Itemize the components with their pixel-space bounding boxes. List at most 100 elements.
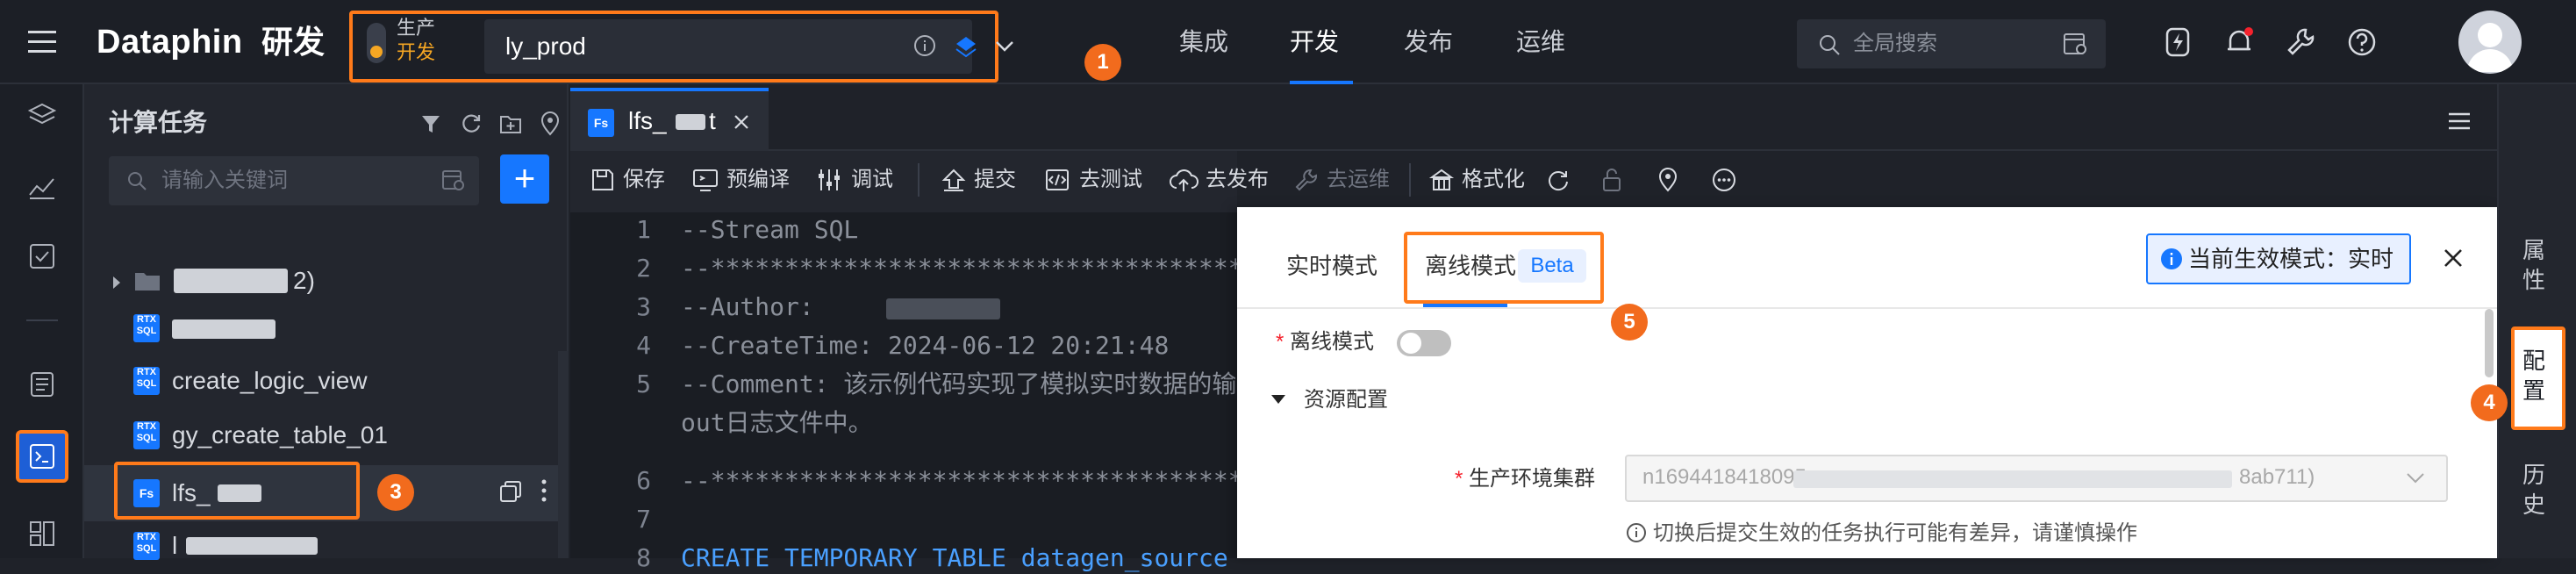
left-rail xyxy=(0,84,84,558)
lightning-icon[interactable] xyxy=(2162,26,2193,58)
info-icon[interactable] xyxy=(912,33,937,58)
tab-properties[interactable]: 属性 xyxy=(2516,235,2551,295)
new-folder-icon[interactable] xyxy=(498,112,523,135)
nav-item-develop[interactable]: 开发 xyxy=(1290,23,1339,61)
close-icon[interactable] xyxy=(2441,246,2465,270)
to-ops-button[interactable]: 去运维 xyxy=(1327,165,1390,195)
chevron-down-icon[interactable] xyxy=(2404,467,2427,488)
sql-file-icon: RTX SQL xyxy=(133,367,160,395)
global-search-input[interactable] xyxy=(1797,19,2106,68)
wrench-icon[interactable] xyxy=(2285,26,2316,58)
submit-button[interactable]: 提交 xyxy=(974,165,1016,195)
redacted-text xyxy=(1793,470,2232,488)
more-vertical-icon[interactable] xyxy=(539,477,549,504)
code-line: --************************************** xyxy=(681,466,1273,495)
callout-1: 1 xyxy=(1084,44,1121,81)
tab-offline-mode[interactable]: 离线模式 xyxy=(1425,251,1516,281)
expand-arrow-icon[interactable] xyxy=(109,274,125,291)
chart-icon[interactable] xyxy=(26,170,58,202)
callout-3: 3 xyxy=(377,474,414,511)
save-button[interactable]: 保存 xyxy=(623,165,665,195)
tree-item-lfs[interactable]: lfs_ xyxy=(172,477,211,509)
current-mode-text: 当前生效模式：实时 xyxy=(2188,246,2394,272)
rail-divider xyxy=(26,319,58,321)
calendar-filter-icon[interactable] xyxy=(440,167,467,193)
to-ops-icon xyxy=(1293,167,1320,193)
callout-4: 4 xyxy=(2471,384,2508,421)
help-icon[interactable] xyxy=(2346,26,2378,58)
compute-task-rail-button[interactable] xyxy=(16,430,68,483)
app-logo: Dataphin xyxy=(97,24,243,61)
beta-badge: Beta xyxy=(1518,249,1586,283)
task-check-icon[interactable] xyxy=(26,240,58,272)
to-publish-button[interactable]: 去发布 xyxy=(1206,165,1269,195)
cluster-value-end: 8ab711) xyxy=(2239,465,2315,489)
tree-item-gy-create-table[interactable]: gy_create_table_01 xyxy=(172,420,388,451)
cluster-label: * 生产环境集群 xyxy=(1455,467,1596,491)
editor-tab-bar xyxy=(570,84,2525,151)
nav-item-publish[interactable]: 发布 xyxy=(1404,23,1453,61)
tree-item-folder[interactable]: 2) xyxy=(293,265,315,297)
nav-item-ops[interactable]: 运维 xyxy=(1516,23,1565,61)
panel-scrollbar[interactable] xyxy=(558,351,569,558)
submit-icon xyxy=(941,167,967,193)
widget-icon[interactable] xyxy=(26,518,58,549)
sql-file-icon: RTX SQL xyxy=(133,314,160,342)
filter-icon[interactable] xyxy=(419,112,442,135)
line-number: 1 xyxy=(636,215,651,244)
copy-icon[interactable] xyxy=(498,479,523,504)
location-icon[interactable] xyxy=(539,111,562,137)
tab-config[interactable]: 配置 xyxy=(2516,346,2551,405)
code-line: --Comment: 该示例代码实现了模拟实时数据的输入 xyxy=(681,370,1235,398)
code-line: --************************************** xyxy=(681,254,1273,283)
redacted-text xyxy=(174,269,288,293)
tab-history[interactable]: 历史 xyxy=(2516,460,2551,520)
refresh-icon[interactable] xyxy=(1546,169,1571,193)
caret-down-icon[interactable] xyxy=(1269,391,1288,407)
config-scrollbar[interactable] xyxy=(2485,309,2494,377)
to-test-button[interactable]: 去测试 xyxy=(1079,165,1142,195)
code-line: --CreateTime: 2024-06-12 20:21:48 xyxy=(681,331,1170,360)
chevron-down-icon[interactable] xyxy=(993,35,1016,58)
editor-tab-label: lfs_ xyxy=(628,107,667,134)
list-icon[interactable] xyxy=(26,369,58,400)
add-task-button[interactable]: + xyxy=(500,154,549,204)
nav-item-integration[interactable]: 集成 xyxy=(1179,23,1228,61)
sql-file-icon: RTX SQL xyxy=(133,532,160,560)
close-tab-icon[interactable] xyxy=(732,112,751,132)
flink-file-icon: Fs xyxy=(133,479,160,507)
user-avatar[interactable] xyxy=(2458,11,2522,74)
module-name: 研发 xyxy=(261,24,326,60)
location-icon[interactable] xyxy=(1657,167,1679,193)
menu-icon[interactable] xyxy=(26,26,58,58)
format-button[interactable]: 格式化 xyxy=(1462,165,1525,195)
more-icon[interactable] xyxy=(1711,167,1737,193)
debug-icon xyxy=(816,167,842,193)
line-number: 7 xyxy=(636,505,651,534)
debug-button[interactable]: 调试 xyxy=(851,165,893,195)
line-number: 6 xyxy=(636,466,651,495)
line-number: 3 xyxy=(636,292,651,321)
project-name: ly_prod xyxy=(505,32,586,60)
to-test-icon xyxy=(1044,167,1070,193)
toolbar-divider xyxy=(1409,163,1411,197)
precompile-button[interactable]: 预编译 xyxy=(726,165,790,195)
folder-icon xyxy=(133,269,161,293)
search-icon xyxy=(126,170,147,191)
tree-item-l[interactable]: l xyxy=(172,530,177,562)
save-icon xyxy=(590,167,616,193)
cluster-value-start: n1694418418095 xyxy=(1642,465,1807,489)
redacted-text xyxy=(676,114,705,130)
line-number: 2 xyxy=(636,254,651,283)
refresh-icon[interactable] xyxy=(460,112,483,135)
tab-realtime-mode[interactable]: 实时模式 xyxy=(1286,251,1377,281)
calendar-search-icon[interactable] xyxy=(2062,30,2090,58)
lock-icon[interactable] xyxy=(1600,167,1623,193)
precompile-icon xyxy=(691,167,719,193)
bell-icon[interactable] xyxy=(2223,26,2255,58)
list-menu-icon[interactable] xyxy=(2446,109,2472,133)
panel-title: 计算任务 xyxy=(109,109,208,136)
tree-item-create-logic-view[interactable]: create_logic_view xyxy=(172,365,368,397)
line-number: 8 xyxy=(636,543,651,572)
layers-icon[interactable] xyxy=(26,100,58,132)
